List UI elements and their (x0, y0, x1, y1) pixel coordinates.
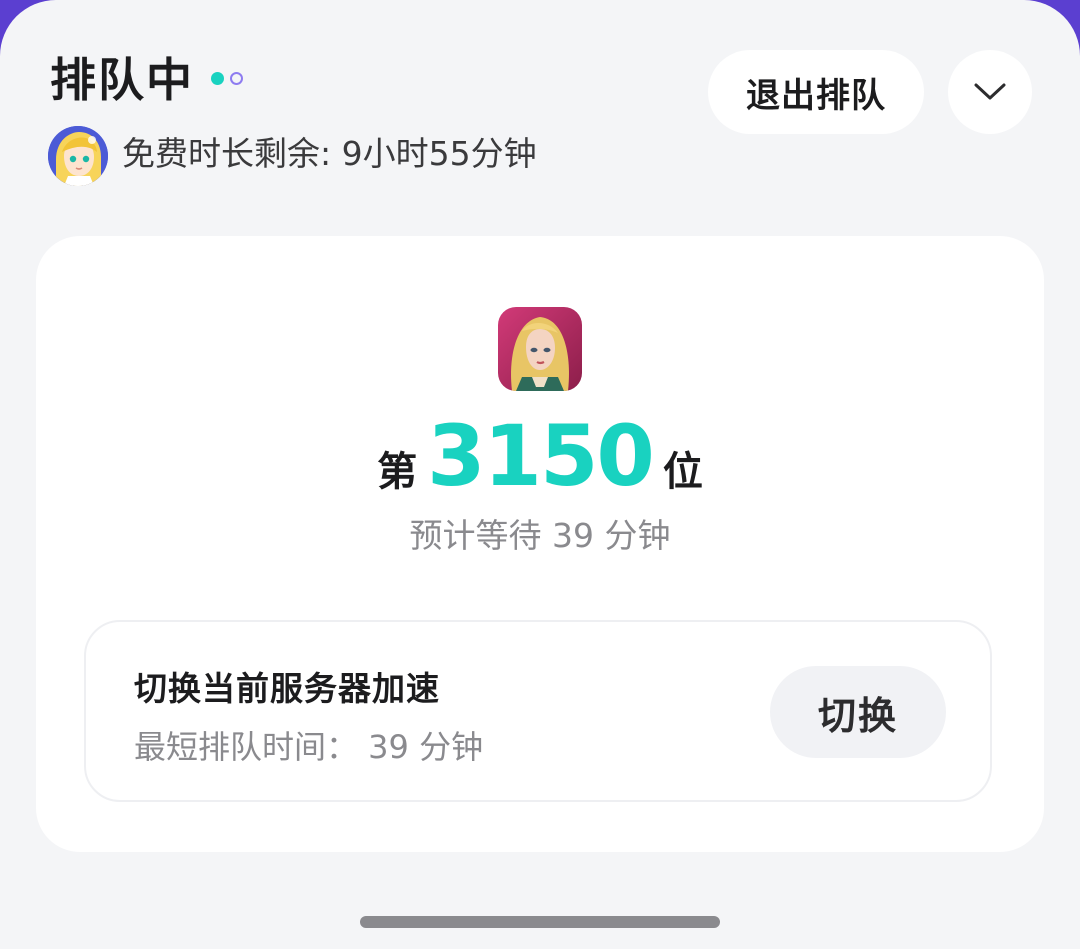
avatar-image (48, 126, 108, 186)
switch-server-button[interactable]: 切换 (770, 666, 946, 758)
queue-sheet: 排队中 免费时长剩余: 9小时55分钟 退出排队 第 3150 位 预计等待 3… (0, 0, 1080, 949)
rank-suffix: 位 (662, 449, 703, 495)
loading-dot-active (211, 72, 224, 85)
rank-number: 3150 (427, 407, 655, 505)
free-time-remaining: 免费时长剩余: 9小时55分钟 (122, 134, 537, 173)
avatar (48, 126, 108, 186)
queue-position: 第 3150 位 (36, 406, 1044, 506)
exit-queue-button[interactable]: 退出排队 (708, 50, 924, 134)
rank-prefix: 第 (377, 449, 418, 495)
switch-server-panel: 切换当前服务器加速 最短排队时间： 39 分钟 切换 (84, 620, 992, 802)
loading-dot-inactive (230, 72, 243, 85)
home-indicator[interactable] (360, 916, 720, 928)
switch-server-title: 切换当前服务器加速 (134, 669, 440, 708)
estimated-wait: 预计等待 39 分钟 (409, 516, 671, 555)
queue-card: 第 3150 位 预计等待 39 分钟 切换当前服务器加速 最短排队时间： 39… (36, 236, 1044, 852)
page-title: 排队中 (50, 53, 194, 107)
game-icon (498, 307, 582, 391)
shortest-queue-time: 最短排队时间： 39 分钟 (134, 728, 484, 766)
loading-dots (211, 72, 243, 85)
collapse-button[interactable] (948, 50, 1032, 134)
chevron-down-icon (974, 83, 1006, 100)
